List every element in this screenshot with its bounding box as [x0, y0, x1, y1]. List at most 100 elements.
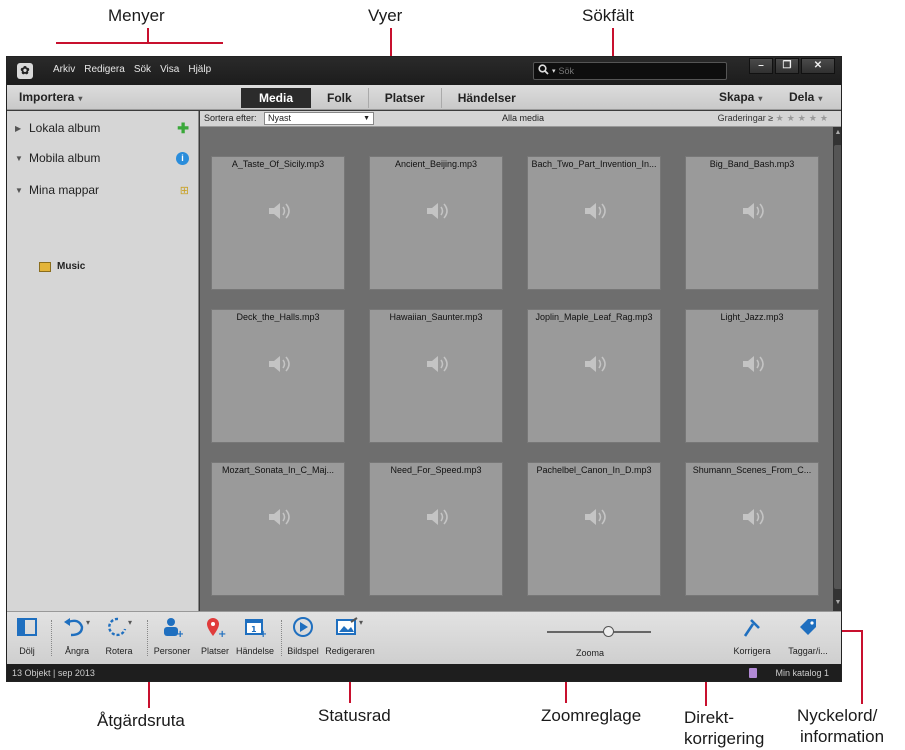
zoom-slider-handle[interactable]: [603, 626, 614, 637]
ratings-filter[interactable]: Graderingar ≥ ★★★★★: [718, 113, 831, 124]
expand-arrow-icon[interactable]: ▶: [15, 124, 21, 133]
add-album-icon[interactable]: ✚: [177, 120, 189, 137]
rotate-icon: ▾: [108, 617, 132, 637]
media-tile[interactable]: Big_Band_Bash.mp3: [685, 156, 819, 290]
media-file-name: Need_For_Speed.mp3: [390, 465, 482, 475]
rotate-button[interactable]: ▾ Rotera: [99, 616, 139, 656]
callout-status-bar: Statusrad: [318, 706, 391, 725]
collapse-arrow-icon[interactable]: ▼: [15, 154, 23, 163]
svg-text:▾: ▾: [359, 618, 363, 627]
folder-icon: [39, 261, 51, 272]
svg-text:▾: ▾: [128, 618, 132, 627]
media-tile[interactable]: Joplin_Maple_Leaf_Rag.mp3: [527, 309, 661, 443]
zoom-label: Zooma: [576, 648, 605, 658]
tags-info-button[interactable]: Taggar/i...: [783, 616, 833, 656]
menu-bar: Arkiv Redigera Sök Visa Hjälp: [53, 64, 211, 75]
places-button[interactable]: + Platser: [197, 616, 233, 656]
hide-panel-button[interactable]: Dölj: [13, 616, 41, 656]
folder-label: Music: [57, 261, 86, 272]
share-button[interactable]: Dela ▾: [789, 90, 822, 104]
media-file-name: Joplin_Maple_Leaf_Rag.mp3: [535, 312, 653, 322]
sort-label: Sortera efter:: [204, 113, 257, 123]
media-browser: Sortera efter: Nyast ▼ Alla media Graderi…: [200, 111, 841, 611]
editor-button[interactable]: ▾ Redigeraren: [325, 616, 375, 656]
callout-keywords-line2: information: [800, 727, 885, 746]
tab-people[interactable]: Folk: [311, 88, 369, 108]
collapse-arrow-icon[interactable]: ▼: [15, 186, 23, 195]
title-bar: ✿ Arkiv Redigera Sök Visa Hjälp ▾ Sök – …: [7, 57, 841, 85]
media-tile[interactable]: Need_For_Speed.mp3: [369, 462, 503, 596]
scroll-down-arrow-icon[interactable]: ▼: [834, 599, 841, 609]
media-tile[interactable]: Mozart_Sonata_In_C_Maj...: [211, 462, 345, 596]
media-tile[interactable]: Ancient_Beijing.mp3: [369, 156, 503, 290]
media-tile[interactable]: A_Taste_Of_Sicily.mp3: [211, 156, 345, 290]
undo-button[interactable]: ▾ Ångra: [59, 616, 95, 656]
sort-dropdown[interactable]: Nyast ▼: [264, 112, 374, 125]
callout-line-menus-v: [147, 28, 149, 43]
separator: [281, 620, 282, 656]
people-button[interactable]: + Personer: [150, 616, 194, 656]
scrollbar-thumb[interactable]: [834, 145, 841, 589]
zoom-slider-track[interactable]: [547, 631, 651, 633]
menu-find[interactable]: Sök: [134, 64, 151, 75]
tab-events[interactable]: Händelser: [442, 88, 532, 108]
tab-places[interactable]: Platser: [369, 88, 442, 108]
sidebar: ▶ Lokala album ✚ ▼ Mobila album i ▼ Mina…: [7, 111, 199, 611]
media-tile[interactable]: Shumann_Scenes_From_C...: [685, 462, 819, 596]
create-button[interactable]: Skapa ▾: [719, 90, 762, 104]
action-label: Personer: [153, 646, 191, 656]
speaker-icon: [427, 356, 448, 372]
scroll-up-arrow-icon[interactable]: ▲: [834, 129, 841, 139]
folder-item-music[interactable]: Music: [39, 261, 85, 272]
media-tile[interactable]: Hawaiian_Saunter.mp3: [369, 309, 503, 443]
restore-button[interactable]: ❐: [775, 58, 799, 74]
search-options-chevron-icon[interactable]: ▾: [552, 67, 556, 75]
media-file-name: Deck_the_Halls.mp3: [236, 312, 320, 322]
catalog-name[interactable]: Min katalog 1: [775, 668, 829, 678]
info-icon[interactable]: i: [176, 151, 189, 165]
folder-tree-icon[interactable]: ⊞: [180, 184, 189, 197]
media-tile[interactable]: Pachelbel_Canon_In_D.mp3: [527, 462, 661, 596]
sidebar-item-mobile-albums[interactable]: ▼ Mobila album i: [7, 147, 199, 169]
star-rating-icons[interactable]: ★★★★★: [776, 113, 831, 123]
callout-quick-fix-line1: Direkt-: [684, 708, 735, 727]
status-items: 13 Objekt: [12, 668, 51, 678]
search-icon[interactable]: [538, 64, 549, 78]
sidebar-item-label: Mina mappar: [29, 183, 100, 197]
media-file-name: Hawaiian_Saunter.mp3: [389, 312, 483, 322]
chevron-down-icon: ▾: [78, 94, 83, 103]
create-label: Skapa: [719, 90, 755, 104]
menu-view[interactable]: Visa: [160, 64, 179, 75]
menu-edit[interactable]: Redigera: [84, 64, 125, 75]
menu-help[interactable]: Hjälp: [188, 64, 211, 75]
app-logo-icon[interactable]: ✿: [17, 63, 33, 79]
svg-text:+: +: [176, 629, 183, 638]
media-tile[interactable]: Deck_the_Halls.mp3: [211, 309, 345, 443]
speaker-icon: [585, 203, 606, 219]
status-date: sep 2013: [57, 668, 95, 678]
hide-panel-icon: [17, 618, 37, 636]
tab-media[interactable]: Media: [241, 88, 312, 108]
close-button[interactable]: ✕: [801, 58, 835, 74]
window-controls: – ❐ ✕: [749, 58, 835, 74]
search-input[interactable]: ▾ Sök: [533, 62, 727, 80]
speaker-icon: [585, 356, 606, 372]
sidebar-item-my-folders[interactable]: ▼ Mina mappar ⊞: [7, 179, 199, 201]
vertical-scrollbar[interactable]: ▲ ▼: [833, 127, 841, 611]
import-button[interactable]: Importera ▾: [19, 90, 82, 104]
slideshow-button[interactable]: Bildspel: [285, 616, 321, 656]
menu-file[interactable]: Arkiv: [53, 64, 75, 75]
speaker-icon: [743, 203, 764, 219]
callout-action-pane: Åtgärdsruta: [97, 711, 185, 730]
status-bar: 13 Objekt | sep 2013 Min katalog 1: [7, 664, 841, 681]
catalog-icon[interactable]: [749, 668, 757, 678]
app-window: ✿ Arkiv Redigera Sök Visa Hjälp ▾ Sök – …: [6, 56, 842, 682]
sidebar-item-local-albums[interactable]: ▶ Lokala album ✚: [7, 117, 199, 139]
media-tile[interactable]: Bach_Two_Part_Invention_In...: [527, 156, 661, 290]
play-icon: [293, 617, 313, 637]
event-button[interactable]: 1+ Händelse: [235, 616, 275, 656]
minimize-button[interactable]: –: [749, 58, 773, 74]
media-tile[interactable]: Light_Jazz.mp3: [685, 309, 819, 443]
quick-fix-button[interactable]: Korrigera: [730, 616, 774, 656]
media-file-name: Ancient_Beijing.mp3: [394, 159, 478, 169]
